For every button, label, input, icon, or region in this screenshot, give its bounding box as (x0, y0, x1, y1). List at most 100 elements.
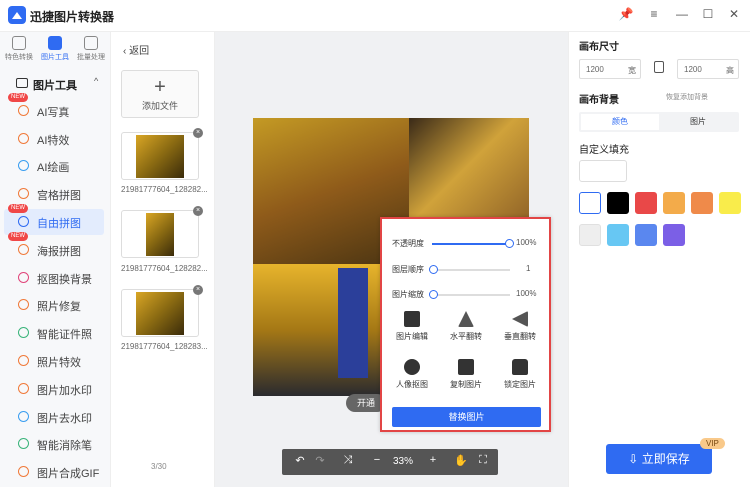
flip-vertical-icon (512, 311, 528, 327)
sidebar-item-ai-painting[interactable]: AI绘画 (4, 153, 104, 179)
new-badge: NEW (8, 232, 28, 241)
thumbnail-panel: ‹ 返回 + 添加文件 × 21981777604_128282... × 219… (111, 32, 215, 487)
sidebar-item-ai-effects[interactable]: AI特效 (4, 126, 104, 152)
tool-label: 水平翻转 (450, 332, 482, 341)
thumbnail-item[interactable]: × (121, 128, 203, 180)
zoom-out-icon[interactable]: − (369, 454, 385, 466)
sidebar-item-label: 智能消除笔 (37, 440, 92, 452)
portrait-cutout-icon (404, 359, 420, 375)
color-swatch[interactable] (691, 192, 713, 214)
replace-image-button[interactable]: 替换图片 (392, 407, 541, 427)
tab-label: 图片工具 (41, 54, 69, 61)
tab-color[interactable]: 颜色 (581, 114, 659, 130)
new-badge: NEW (8, 204, 28, 213)
slider-track[interactable] (429, 290, 510, 299)
sidebar-item-label: AI绘画 (37, 162, 70, 174)
color-swatch[interactable] (635, 224, 657, 246)
slider-knob[interactable] (429, 265, 438, 274)
remove-icon[interactable]: × (193, 128, 203, 138)
tool-label: 锁定图片 (504, 380, 536, 389)
canvas-bg-title: 画布背景 (579, 95, 619, 106)
color-swatch[interactable] (579, 224, 601, 246)
thumbnail-item[interactable]: × (121, 285, 203, 337)
zoom-level: 33% (393, 456, 414, 467)
close-button[interactable]: ✕ (726, 7, 742, 21)
tab-batch[interactable]: 批量处理 (73, 36, 109, 62)
width-unit: 宽 (628, 66, 636, 75)
remove-icon[interactable]: × (193, 206, 203, 216)
color-swatch[interactable] (579, 192, 601, 214)
section-image-tools[interactable]: 图片工具 ^ (0, 72, 111, 94)
shuffle-icon[interactable]: ⤨ (340, 454, 356, 467)
color-swatch[interactable] (719, 192, 741, 214)
restore-bg-link[interactable]: 恢复添加背景 (666, 92, 708, 102)
scale-slider[interactable]: 图片缩放 100% (392, 288, 542, 302)
flip-horizontal-button[interactable]: 水平翻转 (444, 311, 488, 342)
layer-order-slider[interactable]: 图层顺序 1 (392, 263, 542, 277)
chevron-up-icon[interactable]: ^ (94, 76, 98, 86)
add-file-button[interactable]: + 添加文件 (121, 70, 199, 118)
aspect-lock-icon[interactable] (654, 61, 664, 73)
slider-track[interactable] (429, 265, 510, 274)
layer-order-value: 1 (526, 264, 531, 273)
color-swatch[interactable] (635, 192, 657, 214)
tool-label: 复制图片 (450, 380, 482, 389)
sidebar-item-gif[interactable]: 图片合成GIF (4, 459, 104, 485)
sidebar-item-add-watermark[interactable]: 图片加水印 (4, 376, 104, 402)
color-swatch[interactable] (607, 192, 629, 214)
slider-knob[interactable] (429, 290, 438, 299)
sidebar-item-remove-watermark[interactable]: 图片去水印 (4, 404, 104, 430)
remove-icon[interactable]: × (193, 285, 203, 295)
copy-image-button[interactable]: 复制图片 (444, 359, 488, 390)
undo-icon[interactable]: ↶ (292, 454, 308, 467)
flip-vertical-button[interactable]: 垂直翻转 (498, 311, 542, 342)
plus-icon: + (154, 76, 166, 98)
height-unit: 高 (726, 66, 734, 75)
sidebar-item-cutout-bg[interactable]: 抠图换背景 (4, 265, 104, 291)
color-swatch[interactable] (607, 224, 629, 246)
sidebar-item-eraser[interactable]: 智能消除笔 (4, 431, 104, 457)
fit-screen-icon[interactable]: ⛶ (475, 454, 491, 467)
menu-icon[interactable]: ≡ (646, 7, 662, 21)
color-swatch[interactable] (663, 192, 685, 214)
tab-image[interactable]: 图片 (659, 114, 737, 130)
sidebar-item-label: 海报拼图 (37, 246, 81, 258)
redo-icon[interactable]: ↷ (312, 454, 328, 467)
sidebar-item-label: 宫格拼图 (37, 190, 81, 202)
back-link[interactable]: ‹ 返回 (123, 42, 149, 57)
sidebar-item-photo-repair[interactable]: 照片修复 (4, 292, 104, 318)
color-swatch[interactable] (663, 224, 685, 246)
portrait-cutout-button[interactable]: 人像抠图 (390, 359, 434, 390)
id-photo-icon (18, 327, 29, 338)
height-input[interactable]: 1200 高 (677, 59, 739, 79)
custom-fill-title: 自定义填充 (579, 145, 629, 156)
sidebar-item-photo-effects[interactable]: 照片特效 (4, 348, 104, 374)
tab-special-convert[interactable]: 特色转换 (1, 36, 37, 62)
thumbnail-item[interactable]: × (121, 206, 203, 258)
hand-icon[interactable]: ✋ (453, 454, 469, 467)
sidebar-item-id-photo[interactable]: 智能证件照 (4, 320, 104, 346)
image-edit-button[interactable]: 图片编辑 (390, 311, 434, 342)
slider-knob[interactable] (505, 239, 514, 248)
save-label: 立即保存 (641, 452, 690, 466)
crop-icon (404, 311, 420, 327)
slider-track[interactable] (432, 239, 514, 248)
custom-fill-picker[interactable] (579, 160, 627, 182)
canvas-size-title: 画布尺寸 (579, 42, 619, 53)
zoom-in-icon[interactable]: + (425, 454, 441, 466)
lock-image-button[interactable]: 锁定图片 (498, 359, 542, 390)
sidebar-item-label: 照片修复 (37, 301, 81, 313)
sidebar-item-label: 照片特效 (37, 357, 81, 369)
opacity-slider[interactable]: 不透明度 100% (392, 237, 542, 251)
pin-icon[interactable]: 📌 (618, 7, 634, 21)
sidebar-item-poster-collage[interactable]: NEW 海报拼图 (4, 232, 104, 263)
save-button[interactable]: ⇩ 立即保存 (606, 444, 712, 474)
minimize-button[interactable]: — (674, 7, 690, 21)
sidebar-item-ai-portrait[interactable]: NEW AI写真 (4, 93, 104, 124)
sidebar-item-label: 抠图换背景 (37, 274, 92, 286)
photo-repair-icon (18, 299, 29, 310)
tab-image-tools[interactable]: 图片工具 (37, 36, 73, 62)
width-input[interactable]: 1200 宽 (579, 59, 641, 79)
maximize-button[interactable]: ☐ (700, 7, 716, 21)
sidebar-item-label: 图片去水印 (37, 413, 92, 425)
